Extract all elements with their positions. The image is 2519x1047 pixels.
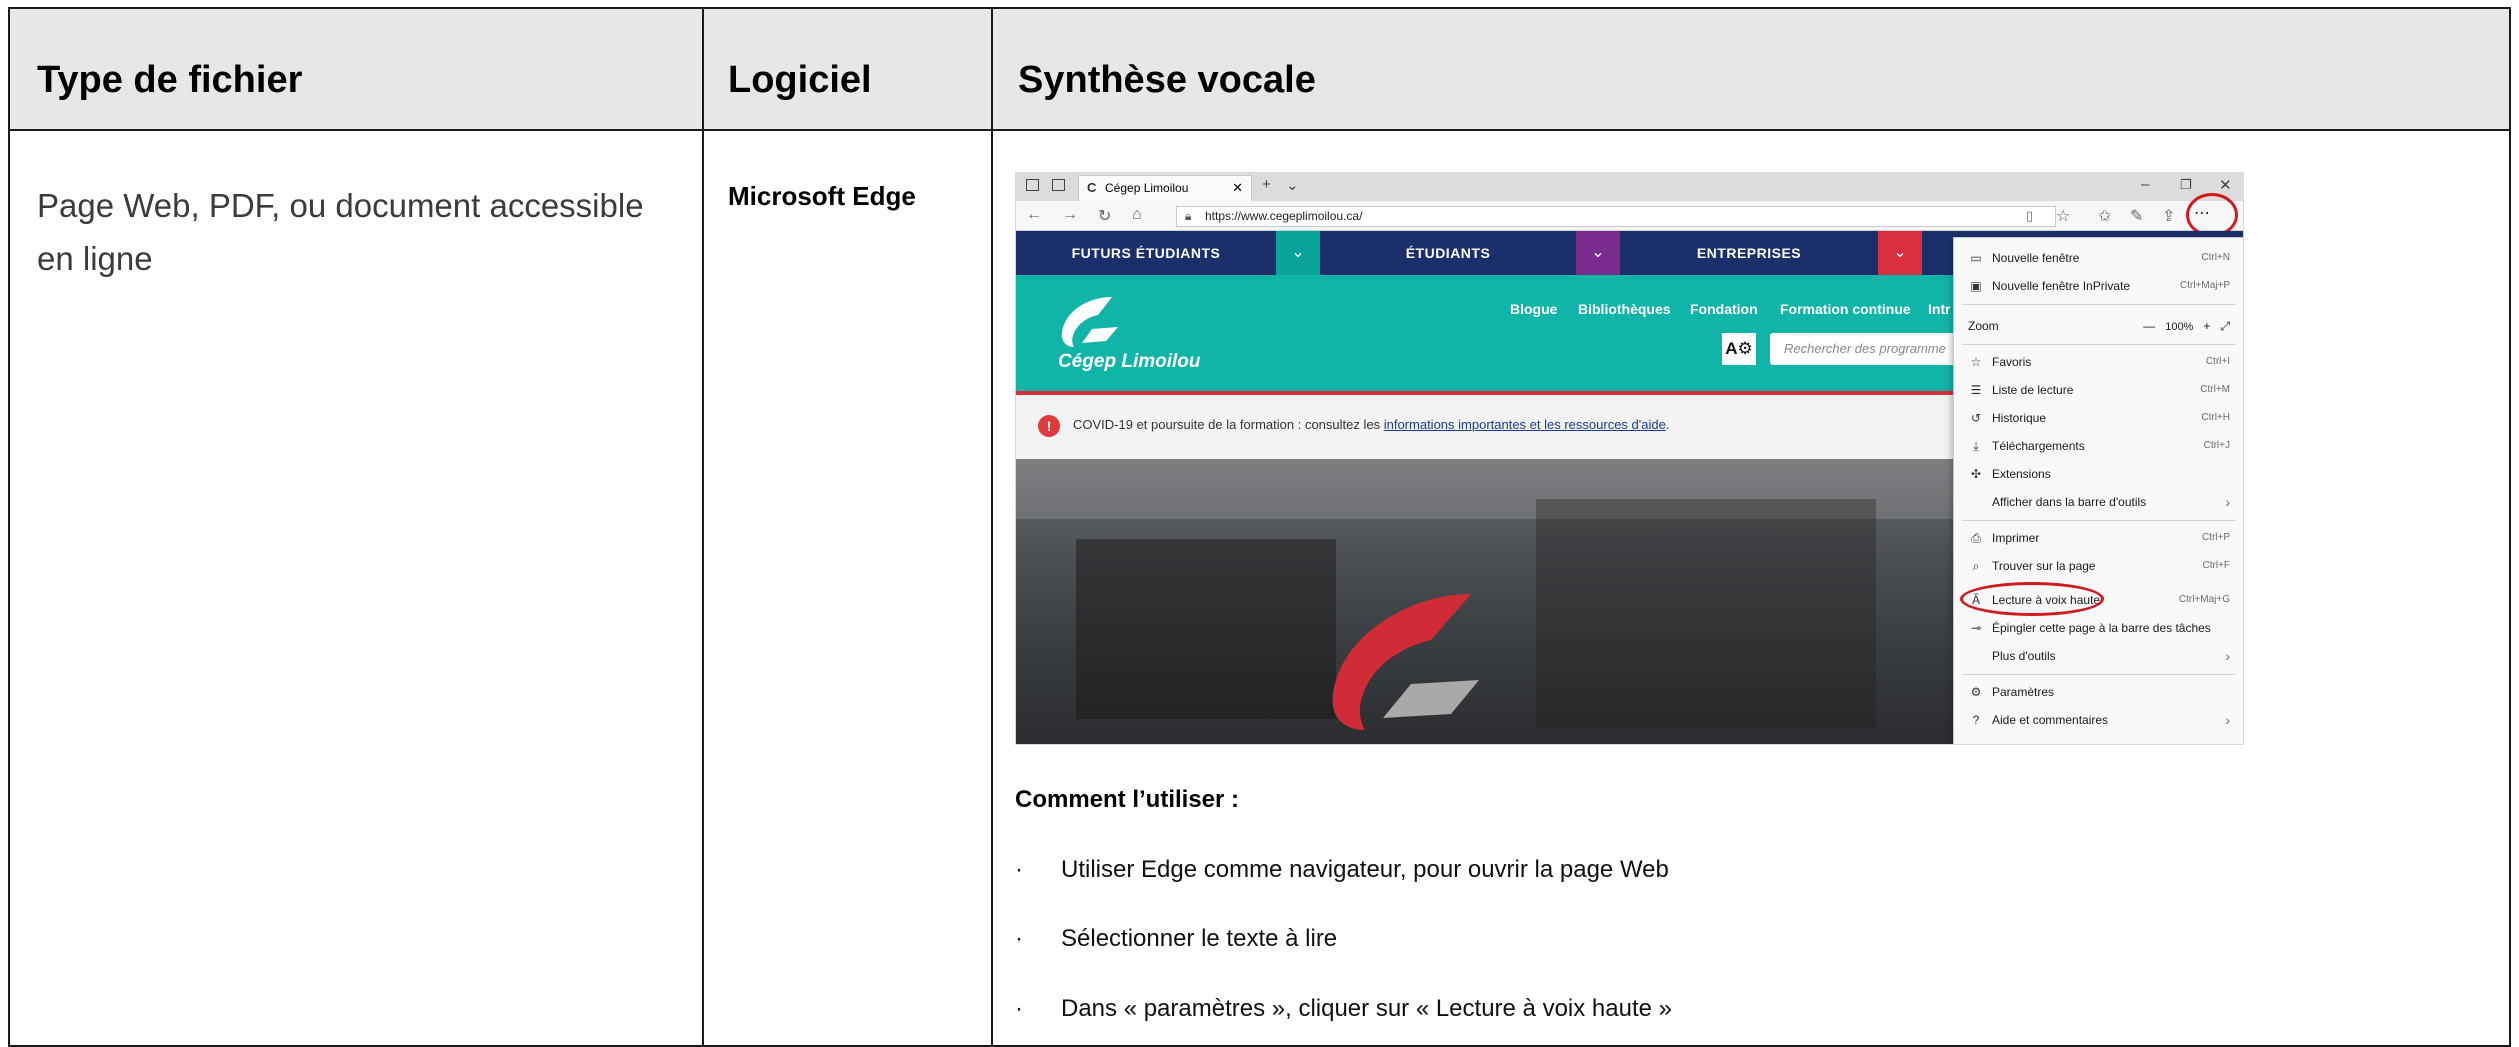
menu-truncated[interactable]: Intr [1928,301,1951,317]
table-header-row: Type de fichier Logiciel Synthèse vocale [10,9,2509,131]
cegep-logo-icon [1061,297,1118,347]
highlight-circle-read-aloud [1960,582,2104,616]
history-icon: ↺ [1970,411,1982,425]
chevron-down-icon[interactable]: ⌄ [1286,176,1299,194]
reading-list-icon: ☰ [1970,383,1982,397]
chevron-right-icon: › [2225,712,2230,728]
fullscreen-icon[interactable]: ⤢ [2220,319,2230,333]
restore-icon[interactable]: ❐ [2180,177,2192,193]
nav-entreprises[interactable]: ENTREPRISES [1620,231,1878,275]
star-icon: ☆ [1970,355,1982,369]
extensions-icon: ✣ [1970,467,1982,481]
favorite-star-icon[interactable]: ☆ [2056,206,2070,226]
menu-item-print[interactable]: ⎙ Imprimer Ctrl+P [1954,526,2243,550]
inprivate-icon: ▣ [1970,279,1982,293]
chevron-right-icon: › [2225,494,2230,510]
tab-actions-icon[interactable] [1026,179,1039,191]
browser-tab[interactable]: C Cégep Limoilou ✕ [1078,175,1252,201]
minimize-icon[interactable]: – [2141,176,2149,193]
lock-icon: 🔒︎ [1185,209,1192,223]
refresh-icon[interactable]: ↻ [1098,206,1111,226]
menu-item-reading-list[interactable]: ☰ Liste de lecture Ctrl+M [1954,378,2243,402]
zoom-in-icon[interactable]: + [2203,319,2210,333]
forward-icon[interactable]: → [1062,206,1078,224]
menu-fondation[interactable]: Fondation [1690,301,1758,317]
new-tab-icon[interactable]: + [1262,176,1271,193]
menu-item-new-window[interactable]: ▭ Nouvelle fenêtre Ctrl+N [1954,246,2243,270]
help-icon: ? [1972,713,1980,727]
window-icon: ▭ [1970,251,1982,265]
alert-link[interactable]: informations importantes et les ressourc… [1384,417,1666,432]
zoom-out-icon[interactable]: — [2143,319,2155,333]
find-icon: ⌕ [1972,559,1980,573]
menu-item-downloads[interactable]: ⤓ Téléchargements Ctrl+J [1954,434,2243,458]
share-icon[interactable]: ⇪ [2162,206,2175,226]
menu-item-more-tools[interactable]: Plus d'outils › [1954,644,2243,668]
bullet-marker: · [1015,995,1023,1022]
menu-bibliotheques[interactable]: Bibliothèques [1578,301,1671,317]
menu-item-new-inprivate-window[interactable]: ▣ Nouvelle fenêtre InPrivate Ctrl+Maj+P [1954,274,2243,298]
close-window-icon[interactable]: ✕ [2219,176,2232,194]
alert-icon: ! [1038,415,1060,437]
edge-settings-menu: ▭ Nouvelle fenêtre Ctrl+N ▣ Nouvelle fen… [1953,237,2243,744]
cell-file-type: Page Web, PDF, ou document accessible en… [37,187,644,277]
chevron-right-icon: › [2225,648,2230,664]
menu-item-pin-to-taskbar[interactable]: ⊸ Épingler cette page à la barre des tâc… [1954,616,2243,640]
pen-icon[interactable]: ✎ [2130,206,2143,226]
zoom-value: 100% [2165,321,2194,333]
cegep-logo-mark-icon [1332,594,1479,730]
menu-item-find-on-page[interactable]: ⌕ Trouver sur la page Ctrl+F [1954,554,2243,578]
menu-item-history[interactable]: ↺ Historique Ctrl+H [1954,406,2243,430]
home-icon[interactable]: ⌂ [1132,206,1142,224]
nav-etudiants[interactable]: ÉTUDIANTS [1320,231,1576,275]
column-divider [991,9,993,1045]
back-icon[interactable]: ← [1026,206,1042,224]
header-file-type: Type de fichier [37,59,303,101]
header-text-to-speech: Synthèse vocale [1018,59,1316,101]
column-divider [702,9,704,1045]
menu-item-help[interactable]: ? Aide et commentaires › [1954,708,2243,732]
favorites-hub-icon[interactable]: ✩ [2098,206,2111,226]
menu-item-extensions[interactable]: ✣ Extensions [1954,462,2243,486]
menu-item-zoom: Zoom — 100% + ⤢ [1968,319,2230,333]
header-software: Logiciel [728,59,872,101]
chevron-down-icon[interactable]: ⌄ [1576,231,1620,275]
edge-browser-screenshot: C Cégep Limoilou ✕ + ⌄ – ❐ ✕ ← → ↻ ⌂ 🔒︎ … [1015,172,2244,745]
tab-title: Cégep Limoilou [1105,181,1189,195]
instructions-title: Comment l’utiliser : [1015,786,1240,813]
url-field[interactable]: 🔒︎ https://www.cegeplimoilou.ca/ [1176,206,2056,227]
menu-formation-continue[interactable]: Formation continue [1780,301,1911,317]
menu-item-show-in-toolbar[interactable]: Afficher dans la barre d'outils › [1954,490,2243,514]
menu-item-settings[interactable]: ⚙ Paramètres [1954,680,2243,704]
close-tab-icon[interactable]: ✕ [1232,176,1243,200]
menu-item-favorites[interactable]: ☆ Favoris Ctrl+I [1954,350,2243,374]
site-favicon-icon: C [1087,180,1097,195]
print-icon: ⎙ [1971,531,1981,545]
nav-futurs-etudiants[interactable]: FUTURS ÉTUDIANTS [1016,231,1276,275]
settings-icon: ⚙ [1970,685,1982,699]
text-size-button[interactable]: A⚙ [1722,333,1756,365]
alert-text: COVID-19 et poursuite de la formation : … [1073,417,1670,432]
brand-name: Cégep Limoilou [1058,351,1201,372]
pin-icon: ⊸ [1970,621,1982,635]
reading-view-icon[interactable]: ▯ [2026,208,2033,224]
download-icon: ⤓ [1973,439,1979,453]
menu-blogue[interactable]: Blogue [1510,301,1557,317]
chevron-down-icon[interactable]: ⌄ [1878,231,1922,275]
cell-software: Microsoft Edge [728,181,916,211]
browser-tab-bar: C Cégep Limoilou ✕ + ⌄ – ❐ ✕ [1016,173,2243,201]
address-bar-row: ← → ↻ ⌂ 🔒︎ https://www.cegeplimoilou.ca/… [1016,193,2243,237]
chevron-down-icon[interactable]: ⌄ [1276,231,1320,275]
bullet-marker: · [1015,856,1023,883]
bullet-marker: · [1015,925,1023,952]
tab-aside-icon[interactable] [1052,179,1065,191]
